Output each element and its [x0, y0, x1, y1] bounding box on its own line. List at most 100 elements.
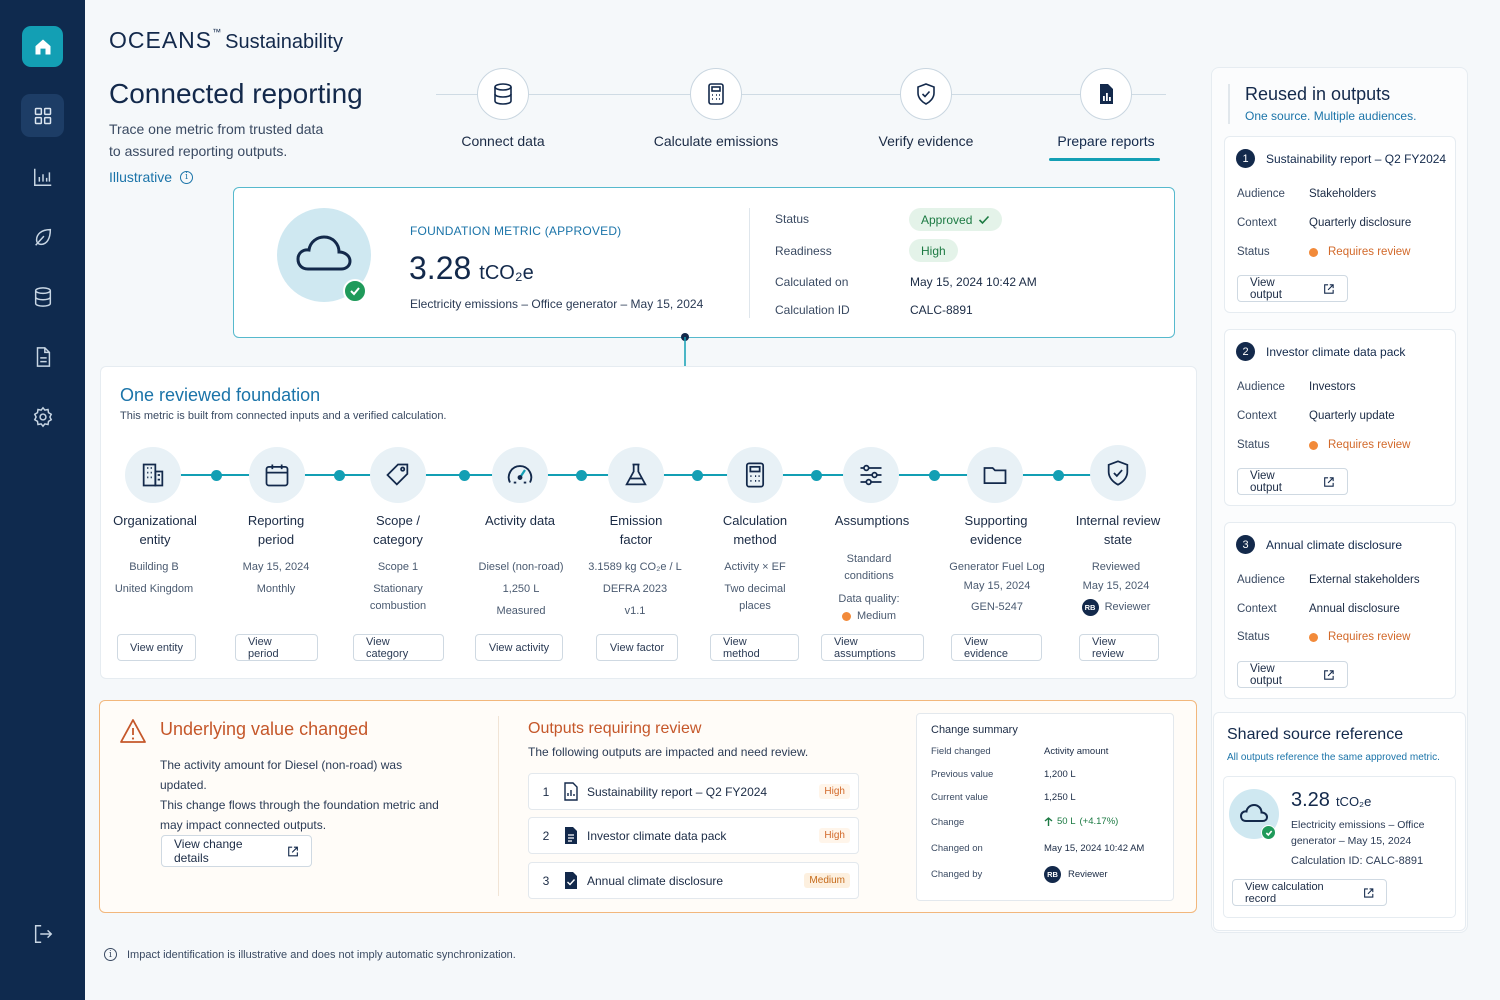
- cloud-icon: [1239, 803, 1269, 822]
- cloud-icon: [296, 235, 352, 271]
- shield-check-icon: [917, 83, 935, 105]
- view-method-button[interactable]: View method: [710, 634, 799, 661]
- outputs-review-subtitle: The following outputs are impacted and n…: [528, 745, 809, 759]
- context-value: Quarterly update: [1309, 410, 1395, 422]
- readiness-badge: High: [909, 239, 958, 262]
- summary-key: Current value: [931, 792, 989, 803]
- severity-badge: Medium: [804, 873, 850, 888]
- data-nav-button[interactable]: [21, 275, 64, 318]
- step-calculate-emissions[interactable]: Calculate emissions: [636, 68, 796, 149]
- logout-icon: [34, 924, 52, 943]
- view-output-button[interactable]: View output: [1237, 275, 1348, 302]
- context-value: Quarterly disclosure: [1309, 217, 1412, 229]
- analytics-nav-button[interactable]: [21, 155, 64, 198]
- home-button[interactable]: [22, 26, 63, 67]
- illustrative-label[interactable]: Illustrative i: [109, 169, 194, 185]
- report-icon: [564, 782, 578, 801]
- summary-key: Change: [931, 817, 965, 828]
- foundation-description: Electricity emissions – Office generator…: [410, 297, 704, 311]
- view-period-button[interactable]: View period: [235, 634, 318, 661]
- view-output-button[interactable]: View output: [1237, 661, 1348, 688]
- view-evidence-button[interactable]: View evidence: [951, 634, 1042, 661]
- divider: [1228, 84, 1230, 124]
- external-link-icon: [1363, 887, 1373, 898]
- reviewed-foundation-title: One reviewed foundation: [120, 385, 321, 405]
- shared-description: Electricity emissions – Office generator …: [1291, 819, 1425, 847]
- view-factor-button[interactable]: View factor: [596, 634, 678, 661]
- step-connect-data[interactable]: Connect data: [423, 68, 583, 149]
- summary-changed-by: RB Reviewer: [1044, 866, 1108, 883]
- status-value: Requires review: [1309, 246, 1410, 258]
- view-review-button[interactable]: View review: [1079, 634, 1159, 661]
- view-change-details-button[interactable]: View change details: [161, 835, 312, 867]
- alert-message: The activity amount for Diesel (non-road…: [160, 758, 439, 832]
- arrow-up-icon: [1044, 816, 1053, 826]
- summary-value: 1,250 L: [1044, 792, 1076, 803]
- info-icon[interactable]: i: [180, 170, 194, 184]
- view-entity-button[interactable]: View entity: [117, 634, 196, 661]
- external-link-icon: [1324, 283, 1334, 294]
- assumptions-title: Assumptions: [834, 513, 910, 528]
- readiness-label: Readiness: [775, 244, 832, 258]
- context-label: Context: [1237, 603, 1277, 615]
- entity-node: [125, 447, 181, 503]
- warning-icon: [120, 719, 146, 743]
- settings-icon: [33, 406, 52, 427]
- alert-title: Underlying value changed: [160, 719, 369, 739]
- evidence-node: [967, 447, 1023, 503]
- step-prepare-reports[interactable]: Prepare reports: [1026, 68, 1186, 149]
- view-category-button[interactable]: View category: [353, 634, 444, 661]
- method-node: [727, 447, 783, 503]
- sliders-icon: [860, 464, 882, 486]
- assumptions-details: Standard conditions Data quality: Medium: [838, 553, 900, 622]
- audience-value: External stakeholders: [1309, 574, 1420, 586]
- gauge-icon: [507, 465, 533, 484]
- page-title: Connected reporting: [109, 78, 363, 109]
- home-icon: [35, 39, 50, 54]
- reports-nav-button[interactable]: [21, 335, 64, 378]
- factor-node: [608, 447, 664, 503]
- scope-title: Scope / category: [373, 513, 423, 547]
- shared-subtitle: All outputs reference the same approved …: [1227, 752, 1440, 763]
- view-calculation-record-button[interactable]: View calculation record: [1232, 879, 1387, 906]
- chain-dot: [1053, 470, 1064, 481]
- external-link-icon: [1324, 476, 1334, 487]
- review-node: [1090, 445, 1146, 501]
- reused-title: Reused in outputs: [1245, 84, 1391, 104]
- review-output-row[interactable]: 3 Annual climate disclosure Medium: [528, 862, 859, 899]
- assumptions-node: [843, 447, 899, 503]
- shared-calc-id: Calculation ID: CALC-8891: [1291, 855, 1424, 867]
- document-icon: [565, 827, 577, 844]
- chain-dot: [692, 470, 703, 481]
- reviewed-foundation-subtitle: This metric is built from connected inpu…: [120, 410, 447, 422]
- summary-key: Changed by: [931, 869, 983, 880]
- settings-nav-button[interactable]: [21, 395, 64, 438]
- view-assumptions-button[interactable]: View assumptions: [821, 634, 924, 661]
- logout-button[interactable]: [21, 912, 64, 955]
- output-card-header: 1 Sustainability report – Q2 FY2024: [1236, 149, 1446, 168]
- shield-check-icon: [1107, 460, 1129, 486]
- dashboard-nav-button[interactable]: [21, 94, 64, 137]
- view-activity-button[interactable]: View activity: [475, 634, 563, 661]
- review-title: Internal review state: [1075, 513, 1161, 547]
- context-label: Context: [1237, 217, 1277, 229]
- sustainability-nav-button[interactable]: [21, 215, 64, 258]
- status-value: Requires review: [1309, 439, 1410, 451]
- calculation-id-label: Calculation ID: [775, 303, 850, 317]
- review-output-row[interactable]: 2 Investor climate data pack High: [528, 817, 859, 854]
- view-output-button[interactable]: View output: [1237, 468, 1348, 495]
- output-card-header: 2 Investor climate data pack: [1236, 342, 1405, 361]
- reviewer-avatar: RB: [1044, 866, 1061, 883]
- audience-label: Audience: [1237, 574, 1285, 586]
- review-output-row[interactable]: 1 Sustainability report – Q2 FY2024 High: [528, 773, 859, 810]
- summary-key: Changed on: [931, 843, 983, 854]
- medium-dot: [841, 612, 851, 621]
- brand-logo: OCEANS™ Sustainability: [109, 27, 343, 53]
- status-label: Status: [1237, 439, 1270, 451]
- activity-details: Diesel (non-road) 1,250 L Measured: [478, 561, 564, 617]
- report-icon: [1100, 84, 1113, 104]
- leaf-icon: [34, 228, 51, 246]
- step-verify-evidence[interactable]: Verify evidence: [846, 68, 1006, 149]
- foundation-metric-card: [233, 187, 1175, 338]
- dashboard-icon: [34, 107, 51, 124]
